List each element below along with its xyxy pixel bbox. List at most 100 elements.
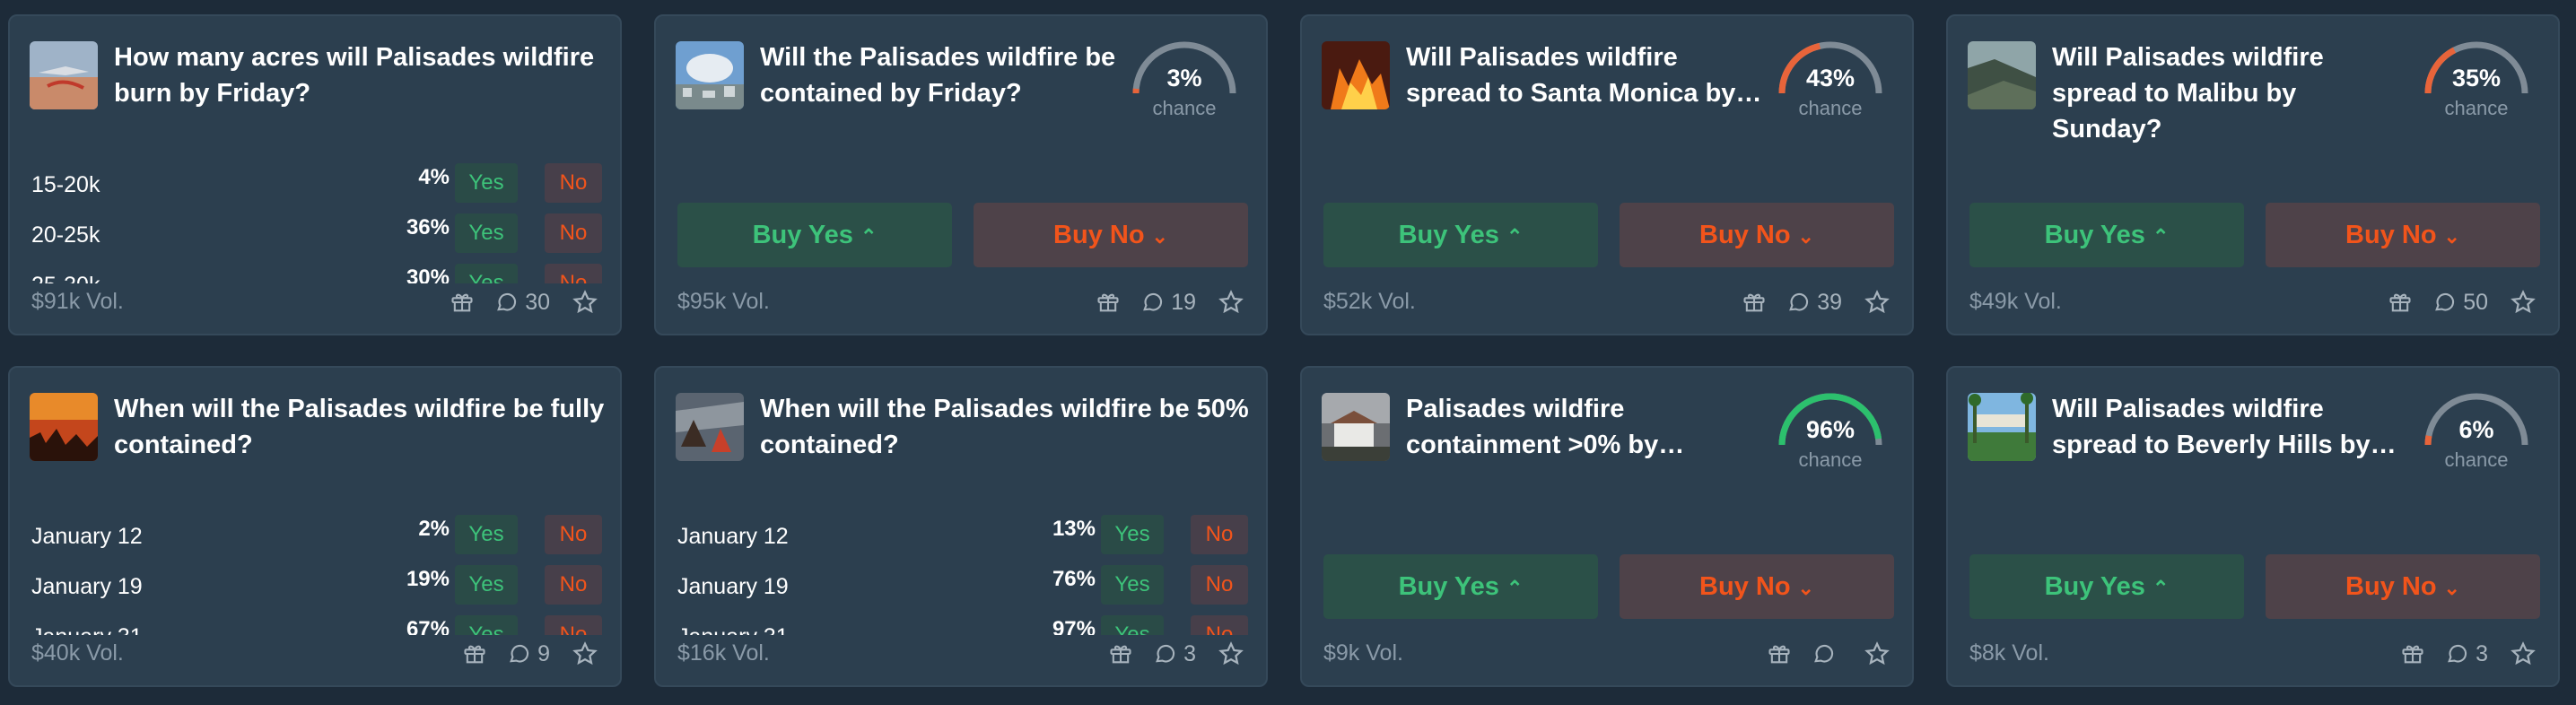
outcome-yes-button[interactable]: Yes [1101,615,1164,635]
outcome-no-button[interactable]: No [1191,565,1248,605]
market-thumbnail[interactable] [1322,393,1390,461]
comment-count: 50 [2463,289,2488,315]
gift-icon[interactable] [2388,290,2413,315]
market-title[interactable]: Will the Palisades wildfire be contained… [760,39,1119,111]
chance-gauge: 35% chance [2418,38,2535,127]
chevrons-up-icon: ⌃ [860,224,878,248]
comment-icon[interactable]: 3 [2445,641,2488,667]
outcome-no-button[interactable]: No [545,565,602,605]
comment-icon[interactable]: 39 [1786,290,1842,316]
comment-icon[interactable] [1812,641,1842,666]
outcome-no-button[interactable]: No [1191,515,1248,554]
outcome-yes-button[interactable]: Yes [455,615,518,635]
buy-yes-button[interactable]: Buy Yes ⌃ [1969,203,2244,267]
star-icon[interactable] [1864,640,1891,667]
market-thumbnail[interactable] [30,41,98,109]
buy-yes-button[interactable]: Buy Yes ⌃ [1323,203,1598,267]
outcome-row: 15-20k 4% Yes No [31,151,602,203]
outcome-row: January 19 19% Yes No [31,553,602,605]
market-title[interactable]: How many acres will Palisades wildfire b… [114,39,612,111]
comment-icon[interactable]: 9 [507,641,550,667]
market-title[interactable]: When will the Palisades wildfire be full… [114,391,612,463]
outcome-no-button[interactable]: No [545,264,602,283]
comment-icon[interactable]: 19 [1140,290,1196,316]
star-icon[interactable] [572,289,598,316]
market-card[interactable]: Will the Palisades wildfire be contained… [654,14,1268,335]
star-icon[interactable] [572,640,598,667]
comment-count: 19 [1171,289,1196,315]
outcome-no-button[interactable]: No [1191,615,1248,635]
comment-icon[interactable]: 30 [494,290,550,316]
gift-icon[interactable] [1767,641,1792,666]
card-footer: $9k Vol. [1323,639,1891,669]
comment-icon[interactable]: 50 [2432,290,2488,316]
buy-yes-button[interactable]: Buy Yes ⌃ [1323,554,1598,619]
outcome-yes-button[interactable]: Yes [455,565,518,605]
market-thumbnail[interactable] [1322,41,1390,109]
market-thumbnail[interactable] [676,41,744,109]
buy-no-button[interactable]: Buy No ⌄ [1620,554,1894,619]
market-title[interactable]: Will Palisades wildfire spread to Santa … [1406,39,1765,111]
card-footer: $49k Vol. 50 [1969,287,2537,318]
comment-icon[interactable]: 3 [1153,641,1196,667]
outcome-no-button[interactable]: No [545,163,602,203]
gift-icon[interactable] [450,290,475,315]
outcome-list: 15-20k 4% Yes No 20-25k 36% Yes No 25-30… [31,151,602,283]
market-title[interactable]: Palisades wildfire containment >0% by… [1406,391,1765,463]
buy-no-button[interactable]: Buy No ⌄ [974,203,1248,267]
outcome-yes-button[interactable]: Yes [455,264,518,283]
outcome-no-button[interactable]: No [545,615,602,635]
outcome-yes-button[interactable]: Yes [455,163,518,203]
outcome-list: January 12 2% Yes No January 19 19% Yes … [31,502,602,635]
market-title[interactable]: Will Palisades wildfire spread to Malibu… [2052,39,2411,147]
outcome-percent: 30% [406,265,450,283]
outcome-yes-button[interactable]: Yes [455,515,518,554]
buy-no-button[interactable]: Buy No ⌄ [2266,554,2540,619]
card-actions: 19 [1096,287,1244,318]
card-footer: $52k Vol. 39 [1323,287,1891,318]
outcome-yes-button[interactable]: Yes [455,213,518,253]
market-card[interactable]: Will Palisades wildfire spread to Santa … [1300,14,1914,335]
market-title[interactable]: When will the Palisades wildfire be 50% … [760,391,1258,463]
star-icon[interactable] [1218,640,1244,667]
gift-icon[interactable] [1108,641,1133,666]
outcome-row: January 19 76% Yes No [677,553,1248,605]
chance-gauge: 6% chance [2418,389,2535,479]
gift-icon[interactable] [1742,290,1767,315]
star-icon[interactable] [2510,289,2537,316]
market-card[interactable]: Palisades wildfire containment >0% by… 9… [1300,366,1914,687]
gift-icon[interactable] [462,641,487,666]
buy-yes-label: Buy Yes [2044,571,2145,601]
market-card[interactable]: Will Palisades wildfire spread to Beverl… [1946,366,2560,687]
star-icon[interactable] [1218,289,1244,316]
outcome-no-button[interactable]: No [545,213,602,253]
outcome-yes-button[interactable]: Yes [1101,515,1164,554]
comment-count: 3 [2476,640,2488,666]
star-icon[interactable] [2510,640,2537,667]
buy-no-button[interactable]: Buy No ⌄ [1620,203,1894,267]
card-footer: $40k Vol. 9 [31,639,598,669]
market-card[interactable]: When will the Palisades wildfire be 50% … [654,366,1268,687]
comment-count: 9 [537,640,550,666]
gift-icon[interactable] [2400,641,2425,666]
chevrons-down-icon: ⌄ [1151,224,1168,248]
market-thumbnail[interactable] [1968,41,2036,109]
market-card[interactable]: How many acres will Palisades wildfire b… [8,14,622,335]
market-title[interactable]: Will Palisades wildfire spread to Beverl… [2052,391,2411,463]
buy-no-button[interactable]: Buy No ⌄ [2266,203,2540,267]
market-card[interactable]: Will Palisades wildfire spread to Malibu… [1946,14,2560,335]
market-thumbnail[interactable] [30,393,98,461]
buy-no-label: Buy No [1699,571,1791,601]
market-thumbnail[interactable] [1968,393,2036,461]
chevrons-down-icon: ⌄ [2443,224,2460,248]
comment-count: 3 [1183,640,1196,666]
market-thumbnail[interactable] [676,393,744,461]
star-icon[interactable] [1864,289,1891,316]
gift-icon[interactable] [1096,290,1121,315]
chevrons-down-icon: ⌄ [1797,224,1814,248]
buy-yes-button[interactable]: Buy Yes ⌃ [677,203,952,267]
outcome-yes-button[interactable]: Yes [1101,565,1164,605]
outcome-no-button[interactable]: No [545,515,602,554]
market-card[interactable]: When will the Palisades wildfire be full… [8,366,622,687]
buy-yes-button[interactable]: Buy Yes ⌃ [1969,554,2244,619]
